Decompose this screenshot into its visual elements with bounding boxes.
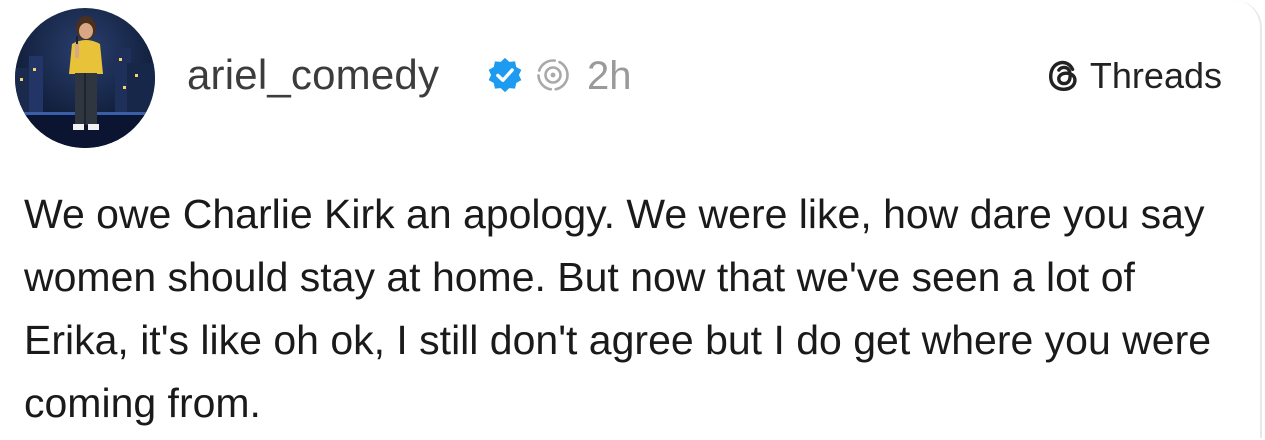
post-time: 2h	[587, 54, 632, 98]
username[interactable]: ariel_comedy	[187, 50, 439, 100]
verified-badge-icon	[488, 57, 522, 93]
avatar[interactable]	[15, 8, 155, 148]
threads-brand-label: Threads	[1089, 55, 1222, 96]
threads-brand[interactable]: Threads	[1045, 53, 1222, 99]
repost-icon[interactable]	[535, 57, 571, 93]
threads-logo-icon	[1048, 60, 1077, 92]
avatar-image	[15, 8, 155, 148]
post-body-text: We owe Charlie Kirk an apology. We were …	[24, 191, 1212, 426]
post-card: ariel_comedy 2h Threads We owe Charlie K…	[0, 0, 1262, 438]
